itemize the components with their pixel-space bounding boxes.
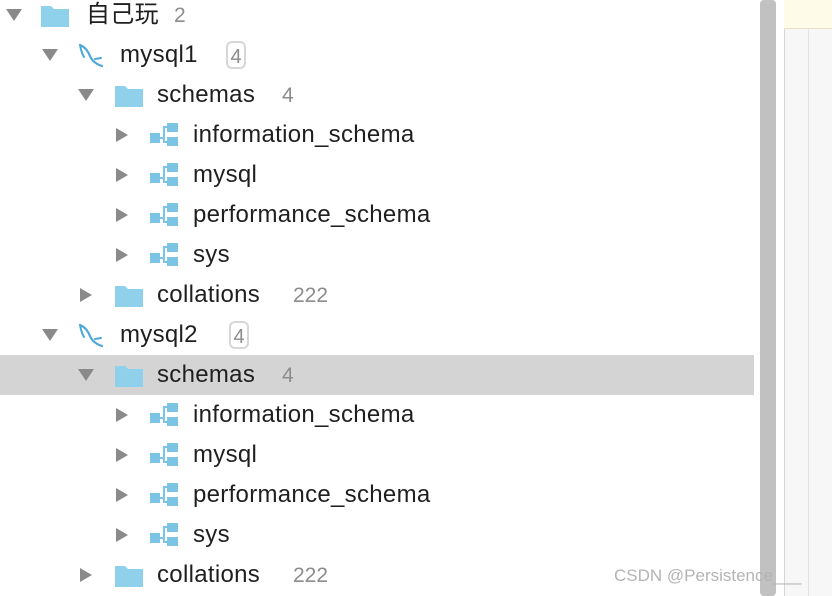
tree-node-schema[interactable]: performance_schema: [0, 195, 754, 235]
chevron-right-icon[interactable]: [80, 568, 92, 582]
schema-label: information_schema: [193, 401, 415, 428]
collations-folder-label: collations: [157, 561, 261, 588]
tree-node-schemas-folder-selected[interactable]: schemas 4: [0, 355, 754, 395]
collations-folder-count: 222: [293, 284, 329, 307]
chevron-right-icon[interactable]: [116, 128, 128, 142]
chevron-right-icon[interactable]: [116, 408, 128, 422]
folder-icon: [41, 6, 69, 27]
schema-label: mysql: [193, 161, 258, 188]
mysql-dolphin-icon: [78, 323, 104, 348]
schema-label: performance_schema: [193, 481, 431, 508]
scrollbar-thumb[interactable]: [760, 0, 776, 596]
tree-node-schema[interactable]: sys: [0, 235, 754, 275]
watermark: CSDN @Persistence___: [614, 566, 802, 585]
schema-icon: [150, 523, 178, 546]
tree-node-connection-mysql1[interactable]: mysql1 4: [0, 35, 754, 75]
tree-node-schema[interactable]: performance_schema: [0, 475, 754, 515]
database-tree: 自己玩 2 mysql1 4 schemas 4 information_sch…: [0, 0, 754, 595]
chevron-right-icon[interactable]: [116, 208, 128, 222]
chevron-down-icon[interactable]: [6, 9, 22, 21]
schema-label: information_schema: [193, 121, 415, 148]
chevron-down-icon[interactable]: [42, 49, 58, 61]
connection-label: mysql1: [120, 41, 198, 68]
tree-node-schema[interactable]: mysql: [0, 435, 754, 475]
schemas-folder-count: 4: [282, 364, 294, 387]
schemas-folder-count: 4: [282, 84, 294, 107]
schema-icon: [150, 123, 178, 146]
schema-icon: [150, 403, 178, 426]
folder-icon: [115, 566, 143, 587]
collations-folder-label: collations: [157, 281, 261, 308]
schema-icon: [150, 443, 178, 466]
chevron-right-icon[interactable]: [116, 248, 128, 262]
tree-node-schema[interactable]: mysql: [0, 155, 754, 195]
mysql-dolphin-icon: [78, 43, 104, 68]
schema-icon: [150, 243, 178, 266]
chevron-right-icon[interactable]: [116, 168, 128, 182]
chevron-right-icon[interactable]: [116, 528, 128, 542]
schema-label: sys: [193, 521, 230, 548]
editor-panel-header: [784, 0, 832, 29]
schema-label: sys: [193, 241, 230, 268]
chevron-right-icon[interactable]: [116, 488, 128, 502]
schema-icon: [150, 163, 178, 186]
connection-count-badge: 4: [229, 321, 249, 349]
tree-node-schema[interactable]: information_schema: [0, 115, 754, 155]
tree-node-schema[interactable]: information_schema: [0, 395, 754, 435]
chevron-right-icon[interactable]: [80, 288, 92, 302]
schema-label: performance_schema: [193, 201, 431, 228]
schema-icon: [150, 483, 178, 506]
connection-count-badge: 4: [226, 41, 246, 69]
chevron-down-icon[interactable]: [42, 329, 58, 341]
root-folder-label: 自己玩: [86, 1, 159, 28]
schemas-folder-label: schemas: [157, 361, 256, 388]
tree-node-collations-folder[interactable]: collations 222: [0, 275, 754, 315]
folder-icon: [115, 286, 143, 307]
root-folder-count: 2: [174, 4, 186, 27]
tree-node-connection-mysql2[interactable]: mysql2 4: [0, 315, 754, 355]
folder-icon: [115, 86, 143, 107]
collations-folder-count: 222: [293, 564, 329, 587]
schema-icon: [150, 203, 178, 226]
chevron-down-icon[interactable]: [78, 369, 94, 381]
connection-label: mysql2: [120, 321, 198, 348]
chevron-down-icon[interactable]: [78, 89, 94, 101]
tree-node-schema[interactable]: sys: [0, 515, 754, 555]
tree-node-schemas-folder[interactable]: schemas 4: [0, 75, 754, 115]
editor-gutter-line: [808, 28, 809, 596]
chevron-right-icon[interactable]: [116, 448, 128, 462]
schema-label: mysql: [193, 441, 258, 468]
folder-icon: [115, 366, 143, 387]
schemas-folder-label: schemas: [157, 81, 256, 108]
tree-node-root-folder[interactable]: 自己玩 2: [0, 0, 754, 35]
